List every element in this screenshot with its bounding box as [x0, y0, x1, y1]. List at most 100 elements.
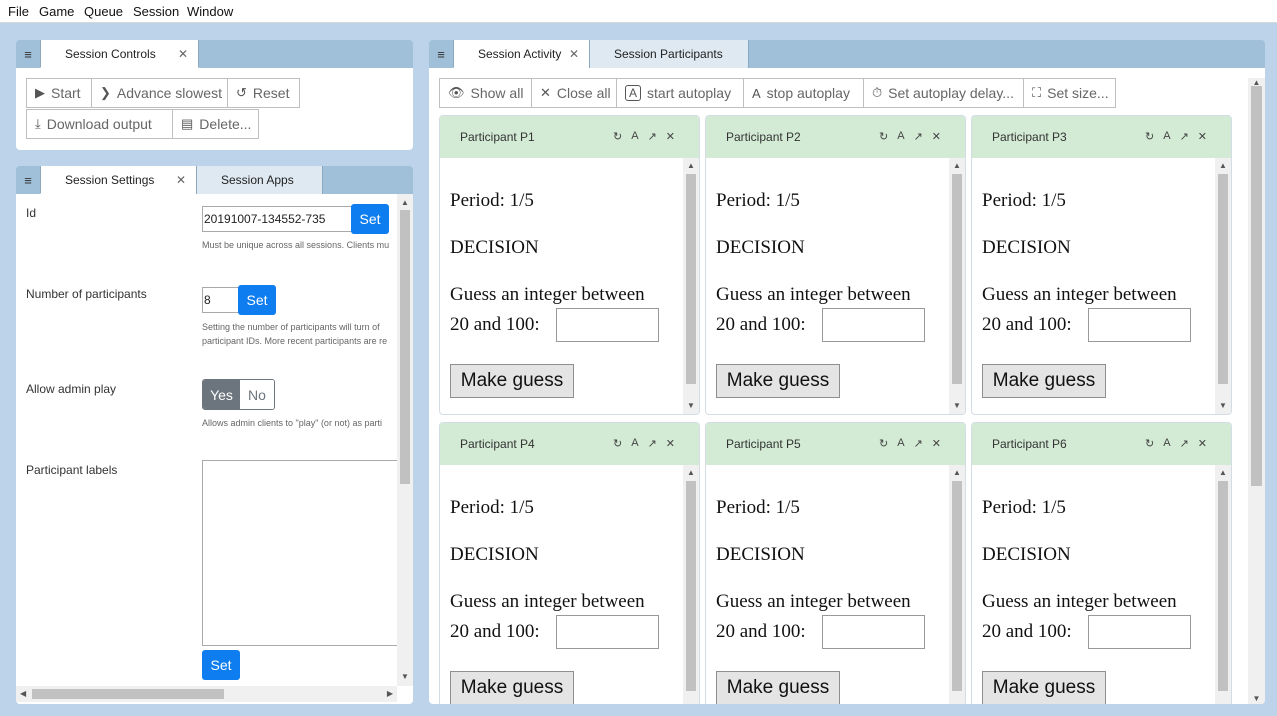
card-vertical-scrollbar[interactable]: ▲▼ [949, 158, 965, 414]
card-vertical-scrollbar[interactable]: ▲▼ [683, 158, 699, 414]
admin-no-option[interactable]: No [240, 380, 274, 409]
scroll-thumb[interactable] [1251, 86, 1262, 486]
refresh-icon[interactable]: ↻ [879, 437, 888, 450]
autoplay-a-icon[interactable]: A [631, 437, 638, 450]
refresh-icon[interactable]: ↻ [879, 130, 888, 143]
id-input[interactable]: 20191007-134552-735 [202, 206, 352, 232]
scroll-thumb[interactable] [1218, 174, 1228, 384]
close-icon[interactable]: ✕ [666, 130, 675, 143]
advance-slowest-button[interactable]: ❯ Advance slowest [91, 78, 228, 108]
participant-labels-set-button[interactable]: Set [202, 650, 240, 680]
close-icon[interactable]: ✕ [666, 437, 675, 450]
scroll-down-arrow-icon[interactable]: ▼ [1248, 694, 1265, 704]
panel-menu-handle[interactable]: ≡ [16, 40, 40, 68]
settings-vertical-scrollbar[interactable]: ▲ ▼ [397, 194, 413, 686]
set-size-button[interactable]: ⛶ Set size... [1023, 78, 1116, 108]
external-link-icon[interactable]: ↗ [914, 130, 923, 143]
autoplay-a-icon[interactable]: A [631, 130, 638, 143]
close-icon[interactable]: ✕ [1198, 437, 1207, 450]
delete-button[interactable]: ▤ Delete... [172, 109, 259, 139]
autoplay-a-icon[interactable]: A [1163, 130, 1170, 143]
settings-horizontal-scrollbar[interactable]: ◀ ▶ [16, 686, 397, 702]
menu-game[interactable]: Game [39, 4, 74, 19]
make-guess-button[interactable]: Make guess [450, 364, 574, 398]
card-vertical-scrollbar[interactable]: ▲▼ [949, 465, 965, 704]
participants-set-button[interactable]: Set [238, 285, 276, 315]
autoplay-a-icon[interactable]: A [897, 130, 904, 143]
make-guess-button[interactable]: Make guess [716, 671, 840, 704]
start-autoplay-button[interactable]: Astart autoplay [616, 78, 744, 108]
admin-yes-option[interactable]: Yes [203, 380, 240, 409]
tab-session-participants[interactable]: Session Participants [589, 40, 749, 68]
scroll-up-arrow-icon[interactable]: ▲ [397, 198, 413, 208]
scroll-down-arrow-icon[interactable]: ▼ [1215, 401, 1231, 411]
close-icon[interactable]: ✕ [932, 437, 941, 450]
refresh-icon[interactable]: ↻ [1145, 437, 1154, 450]
scroll-thumb[interactable] [952, 481, 962, 691]
scroll-right-arrow-icon[interactable]: ▶ [387, 689, 393, 698]
guess-input[interactable] [556, 615, 659, 649]
make-guess-button[interactable]: Make guess [716, 364, 840, 398]
autoplay-a-icon[interactable]: A [897, 437, 904, 450]
external-link-icon[interactable]: ↗ [1180, 437, 1189, 450]
refresh-icon[interactable]: ↻ [1145, 130, 1154, 143]
close-icon[interactable]: ✕ [176, 173, 186, 187]
guess-input[interactable] [556, 308, 659, 342]
tab-session-apps[interactable]: Session Apps [196, 166, 323, 194]
set-autoplay-delay-button[interactable]: ⏱ Set autoplay delay... [863, 78, 1024, 108]
scroll-left-arrow-icon[interactable]: ◀ [20, 689, 26, 698]
scroll-thumb[interactable] [686, 174, 696, 384]
menu-file[interactable]: File [8, 4, 29, 19]
scroll-up-arrow-icon[interactable]: ▲ [949, 161, 965, 171]
external-link-icon[interactable]: ↗ [648, 130, 657, 143]
panel-menu-handle[interactable]: ≡ [429, 40, 453, 68]
scroll-thumb[interactable] [952, 174, 962, 384]
scroll-thumb-horizontal[interactable] [32, 689, 224, 699]
close-icon[interactable]: ✕ [1198, 130, 1207, 143]
scroll-up-arrow-icon[interactable]: ▲ [683, 161, 699, 171]
stop-autoplay-button[interactable]: Astop autoplay [743, 78, 864, 108]
reset-button[interactable]: ↺ Reset [227, 78, 300, 108]
scroll-up-arrow-icon[interactable]: ▲ [683, 468, 699, 478]
guess-input[interactable] [1088, 308, 1191, 342]
close-icon[interactable]: ✕ [178, 47, 188, 61]
menu-session[interactable]: Session [133, 4, 179, 19]
autoplay-a-icon[interactable]: A [1163, 437, 1170, 450]
tab-session-controls[interactable]: Session Controls ✕ [40, 40, 199, 68]
scroll-up-arrow-icon[interactable]: ▲ [1215, 161, 1231, 171]
id-set-button[interactable]: Set [351, 204, 389, 234]
make-guess-button[interactable]: Make guess [982, 671, 1106, 704]
card-vertical-scrollbar[interactable]: ▲▼ [1215, 158, 1231, 414]
scroll-down-arrow-icon[interactable]: ▼ [397, 672, 413, 682]
menu-window[interactable]: Window [187, 4, 233, 19]
close-icon[interactable]: ✕ [569, 47, 579, 61]
close-all-button[interactable]: ✕ Close all [531, 78, 617, 108]
tab-session-activity[interactable]: Session Activity ✕ [453, 40, 590, 68]
make-guess-button[interactable]: Make guess [450, 671, 574, 704]
external-link-icon[interactable]: ↗ [914, 437, 923, 450]
close-icon[interactable]: ✕ [932, 130, 941, 143]
panel-menu-handle[interactable]: ≡ [16, 166, 40, 194]
refresh-icon[interactable]: ↻ [613, 130, 622, 143]
activity-vertical-scrollbar[interactable]: ▲ ▼ [1248, 78, 1265, 704]
external-link-icon[interactable]: ↗ [1180, 130, 1189, 143]
scroll-thumb[interactable] [1218, 481, 1228, 691]
scroll-down-arrow-icon[interactable]: ▼ [949, 401, 965, 411]
make-guess-button[interactable]: Make guess [982, 364, 1106, 398]
start-button[interactable]: ▶ Start [26, 78, 92, 108]
external-link-icon[interactable]: ↗ [648, 437, 657, 450]
scroll-thumb[interactable] [686, 481, 696, 691]
scroll-down-arrow-icon[interactable]: ▼ [683, 401, 699, 411]
scroll-thumb[interactable] [400, 210, 410, 484]
participants-input[interactable]: 8 [202, 287, 239, 313]
card-vertical-scrollbar[interactable]: ▲▼ [1215, 465, 1231, 704]
card-vertical-scrollbar[interactable]: ▲▼ [683, 465, 699, 704]
download-output-button[interactable]: ⤓ Download output [26, 109, 173, 139]
tab-session-settings[interactable]: Session Settings ✕ [40, 166, 197, 194]
scroll-up-arrow-icon[interactable]: ▲ [949, 468, 965, 478]
scroll-up-arrow-icon[interactable]: ▲ [1215, 468, 1231, 478]
refresh-icon[interactable]: ↻ [613, 437, 622, 450]
guess-input[interactable] [822, 615, 925, 649]
participant-labels-textarea[interactable] [202, 460, 398, 646]
guess-input[interactable] [822, 308, 925, 342]
